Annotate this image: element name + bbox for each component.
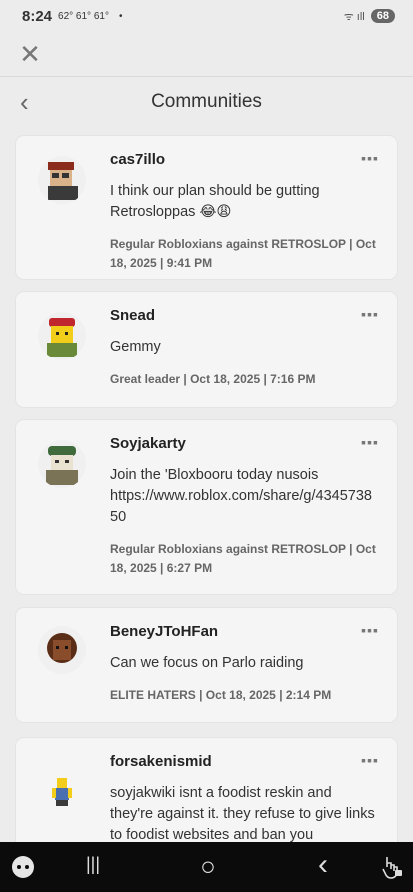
- post-meta: ELITE HATERS | Oct 18, 2025 | 2:14 PM: [110, 688, 332, 702]
- post-body: I think our plan should be gutting Retro…: [110, 183, 320, 220]
- post-body: Can we focus on Parlo raiding: [110, 655, 304, 671]
- recents-button[interactable]: |||: [80, 854, 106, 875]
- more-options-icon[interactable]: ▪▪▪: [361, 306, 379, 322]
- chevron-left-icon[interactable]: ‹: [20, 89, 42, 115]
- post-meta: Regular Robloxians against RETROSLOP | O…: [110, 542, 376, 575]
- post-author[interactable]: forsakenismid: [110, 753, 212, 770]
- page-header: ‹ Communities: [0, 76, 413, 126]
- post-card: cas7illo ▪▪▪ I think our plan should be …: [16, 136, 397, 279]
- post-card: Snead ▪▪▪ Gemmy Great leader | Oct 18, 2…: [16, 292, 397, 407]
- post-author[interactable]: cas7illo: [110, 151, 165, 168]
- status-right: ᯤ ıll 68: [344, 9, 395, 24]
- status-time: 8:24: [22, 7, 53, 25]
- status-weather: 62° 61° 61°: [58, 10, 109, 22]
- close-bar: ✕: [0, 32, 413, 76]
- post-meta: Great leader | Oct 18, 2025 | 7:16 PM: [110, 372, 316, 386]
- hand-lock-icon[interactable]: [380, 854, 404, 880]
- more-options-icon[interactable]: ▪▪▪: [361, 434, 379, 450]
- battery-indicator: 68: [370, 9, 395, 23]
- gamepad-icon[interactable]: [10, 855, 36, 879]
- avatar[interactable]: [38, 626, 86, 674]
- back-button[interactable]: ‹: [312, 848, 334, 882]
- more-options-icon[interactable]: ▪▪▪: [361, 752, 379, 768]
- avatar[interactable]: [38, 156, 86, 204]
- post-author[interactable]: Soyjakarty: [110, 435, 186, 452]
- status-dot: •: [118, 10, 123, 22]
- post-author[interactable]: BeneyJToHFan: [110, 623, 218, 640]
- signal-icon: ᯤ ıll: [343, 10, 365, 23]
- post-body: soyjakwiki isnt a foodist reskin and the…: [110, 785, 375, 842]
- avatar[interactable]: [38, 312, 86, 360]
- post-card: forsakenismid ▪▪▪ soyjakwiki isnt a food…: [16, 738, 397, 842]
- system-navbar: ||| ○ ‹: [0, 842, 413, 892]
- more-options-icon[interactable]: ▪▪▪: [361, 622, 379, 638]
- avatar[interactable]: [38, 766, 86, 814]
- post-card: BeneyJToHFan ▪▪▪ Can we focus on Parlo r…: [16, 608, 397, 722]
- post-card: Soyjakarty ▪▪▪ Join the 'Bloxbooru today…: [16, 420, 397, 594]
- post-author[interactable]: Snead: [110, 307, 155, 324]
- more-options-icon[interactable]: ▪▪▪: [361, 150, 379, 166]
- home-button[interactable]: ○: [193, 851, 223, 882]
- page-title: Communities: [151, 90, 262, 112]
- post-feed[interactable]: cas7illo ▪▪▪ I think our plan should be …: [0, 126, 413, 842]
- post-body: Gemmy: [110, 339, 161, 355]
- avatar[interactable]: [38, 440, 86, 488]
- close-icon[interactable]: ✕: [18, 41, 42, 67]
- post-meta: Regular Robloxians against RETROSLOP | O…: [110, 237, 376, 270]
- status-bar: 8:24 62° 61° 61° • ᯤ ıll 68: [0, 0, 413, 32]
- post-body: Join the 'Bloxbooru today nusois https:/…: [110, 467, 372, 525]
